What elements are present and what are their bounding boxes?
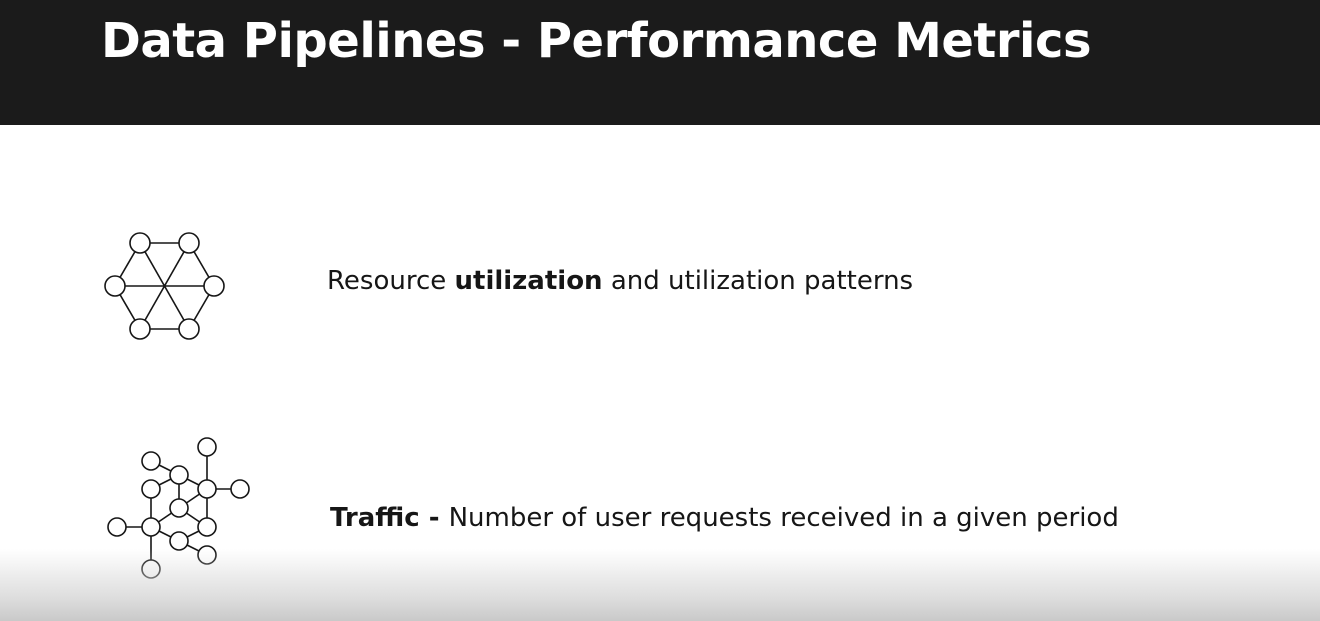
- hexagon-network-icon: [100, 230, 230, 345]
- bullet-1-text-start: Resource: [327, 266, 455, 296]
- bullet-1-text-end: and utilization patterns: [602, 266, 914, 296]
- slide-title: Data Pipelines - Performance Metrics: [101, 13, 1092, 69]
- bullet-2-text: Number of user requests received in a gi…: [448, 503, 1119, 533]
- slide: Data Pipelines - Performance Metrics Res…: [0, 0, 1320, 621]
- bullet-1-emphasis: utilization: [454, 266, 603, 296]
- header-bar: Data Pipelines - Performance Metrics: [0, 0, 1320, 125]
- bullet-resource-utilization: Resource utilization and utilization pat…: [327, 265, 913, 297]
- bullet-traffic: Traffic - Number of user requests receiv…: [330, 502, 1119, 534]
- bullet-2-separator: -: [419, 503, 449, 533]
- node-network-icon: [104, 436, 254, 582]
- bullet-2-emphasis: Traffic: [330, 503, 420, 533]
